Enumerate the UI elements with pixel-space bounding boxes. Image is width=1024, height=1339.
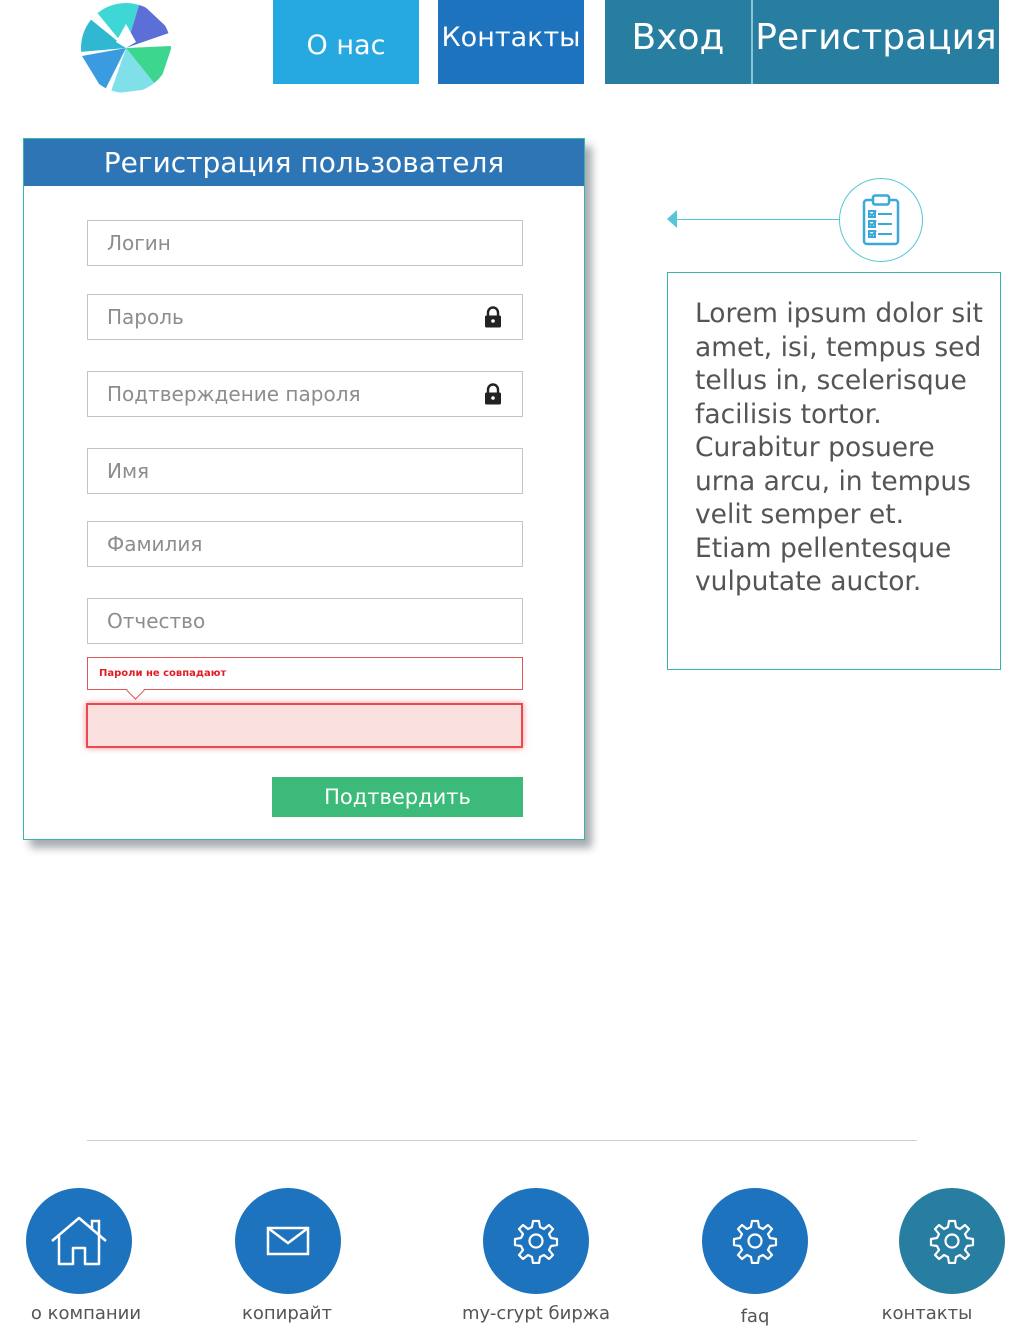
- footer-contacts-button[interactable]: [899, 1188, 1005, 1294]
- password-field[interactable]: Пароль: [87, 294, 523, 340]
- last-name-field[interactable]: Фамилия: [87, 521, 523, 567]
- nav-contacts-button[interactable]: Контакты: [438, 0, 584, 84]
- connector-arrow: [667, 210, 677, 228]
- footer-contacts-label[interactable]: контакты: [824, 1303, 1024, 1324]
- login-placeholder: Логин: [107, 231, 171, 255]
- footer-exchange-button[interactable]: [483, 1188, 589, 1294]
- submit-button[interactable]: Подтвердить: [272, 777, 523, 817]
- clipboard-badge: [839, 178, 923, 262]
- login-field[interactable]: Логин: [87, 220, 523, 266]
- clipboard-icon: [862, 194, 900, 246]
- info-card: Lorem ipsum dolor sit amet, isi, tempus …: [667, 272, 1001, 670]
- registration-form: Регистрация пользователя Логин Пароль По…: [23, 138, 585, 840]
- first-name-field[interactable]: Имя: [87, 448, 523, 494]
- footer-about-label[interactable]: о компании: [0, 1303, 186, 1324]
- gear-icon: [513, 1219, 559, 1264]
- nav-login-button[interactable]: Вход: [605, 0, 751, 84]
- gear-icon: [929, 1219, 975, 1264]
- error-message: Пароли не совпадают: [99, 668, 227, 679]
- lock-icon: [485, 306, 501, 328]
- password-confirm-field[interactable]: Подтверждение пароля: [87, 371, 523, 417]
- footer-about-button[interactable]: [26, 1188, 132, 1294]
- last-name-placeholder: Фамилия: [107, 532, 203, 556]
- password-placeholder: Пароль: [107, 305, 184, 329]
- info-text: Lorem ipsum dolor sit amet, isi, tempus …: [695, 298, 983, 597]
- footer-exchange-label[interactable]: my-crypt биржа: [436, 1303, 636, 1324]
- site-logo[interactable]: [80, 2, 172, 94]
- patronymic-placeholder: Отчество: [107, 609, 206, 633]
- nav-register-button[interactable]: Регистрация: [751, 0, 999, 84]
- first-name-placeholder: Имя: [107, 459, 150, 483]
- password-confirm-placeholder: Подтверждение пароля: [107, 382, 361, 406]
- password-mismatch-tooltip: Пароли не совпадают: [87, 657, 523, 690]
- patronymic-field[interactable]: Отчество: [87, 598, 523, 644]
- home-icon: [51, 1216, 107, 1266]
- lock-icon: [485, 383, 501, 405]
- error-input-field[interactable]: [86, 703, 523, 748]
- footer-copyright-label[interactable]: копирайт: [187, 1303, 387, 1324]
- connector-line: [676, 219, 842, 220]
- envelope-icon: [266, 1226, 310, 1256]
- nav-about-button[interactable]: О нас: [273, 0, 419, 84]
- footer-divider: [87, 1140, 917, 1141]
- gear-icon: [732, 1219, 778, 1264]
- footer-copyright-button[interactable]: [235, 1188, 341, 1294]
- footer-faq-button[interactable]: [702, 1188, 808, 1294]
- form-title: Регистрация пользователя: [24, 139, 584, 186]
